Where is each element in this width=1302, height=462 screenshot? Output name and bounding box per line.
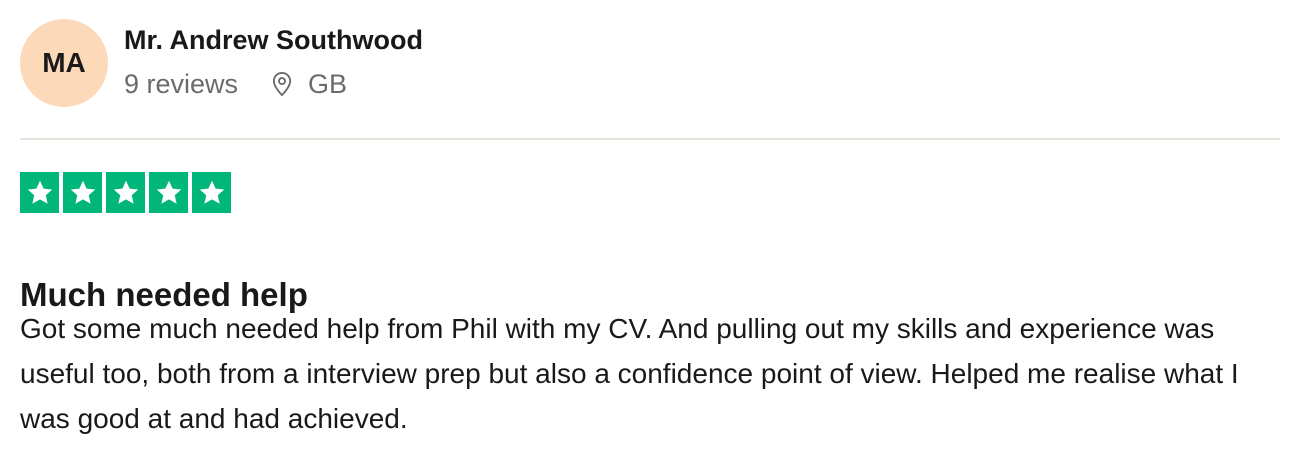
review-body: Got some much needed help from Phil with… [20,313,1239,434]
consumer-country: GB [308,68,348,99]
star-icon [63,172,102,213]
consumer-name-link[interactable]: Mr. Andrew Southwood [124,23,423,57]
avatar[interactable]: MA [20,19,108,107]
divider [20,138,1280,140]
review-count: 9 reviews [124,68,239,99]
star-rating [20,172,231,213]
star-icon [106,172,145,213]
consumer-meta: 9 reviews GB [124,66,347,102]
star-icon [192,172,231,213]
location-pin-icon [268,70,296,98]
star-icon [149,172,188,213]
star-icon [20,172,59,213]
avatar-initials: MA [42,47,86,78]
review-card: MA Mr. Andrew Southwood 9 reviews GB Muc… [0,0,1302,462]
